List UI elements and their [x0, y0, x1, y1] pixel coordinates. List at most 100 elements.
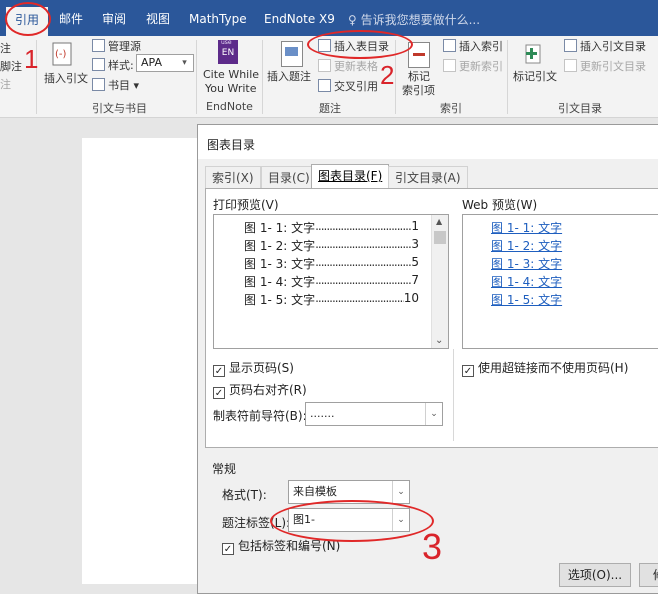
- tab-leader-select[interactable]: ....... ⌄: [305, 402, 443, 426]
- print-preview-entry: 图 1- 3: 文字..............................…: [244, 255, 419, 272]
- endnote-group-label: EndNote: [206, 100, 253, 113]
- mark-citation-button[interactable]: 标记引文: [513, 68, 557, 84]
- update-index-button: 更新索引: [443, 58, 503, 74]
- update-table-button: 更新表格: [318, 58, 378, 74]
- tell-me-text: 告诉我您想要做什么...: [360, 13, 481, 27]
- print-preview-entry: 图 1- 1: 文字..............................…: [244, 219, 419, 236]
- tab-table-of-authorities[interactable]: 引文目录(A): [388, 166, 468, 188]
- insert-index-label: 插入索引: [459, 40, 503, 53]
- annotation-circle-1: [5, 2, 51, 36]
- footnote-edge-3: 注: [0, 78, 11, 91]
- manage-sources-label: 管理源: [108, 40, 141, 53]
- dialog-titlebar[interactable]: 图表目录: [198, 125, 658, 159]
- insert-index-button[interactable]: 插入索引: [443, 38, 503, 54]
- cross-reference-icon: [318, 79, 331, 92]
- web-preview-link[interactable]: 图 1- 4: 文字: [491, 273, 562, 290]
- tab-endnote[interactable]: EndNote X9: [255, 0, 344, 36]
- cross-reference-button[interactable]: 交叉引用: [318, 78, 378, 94]
- insert-caption-button[interactable]: 插入题注: [267, 68, 311, 84]
- tab-mailings[interactable]: 邮件: [50, 0, 92, 36]
- web-preview-link[interactable]: 图 1- 3: 文字: [491, 255, 562, 272]
- cite-while-you-write-line2[interactable]: You Write: [205, 82, 257, 95]
- bibliography-icon: [92, 78, 105, 91]
- print-preview-entry: 图 1- 5: 文字..............................…: [244, 291, 419, 308]
- tab-toc[interactable]: 目录(C): [261, 166, 317, 188]
- svg-text:(-): (-): [55, 49, 67, 60]
- chevron-down-icon: ⌄: [425, 403, 442, 425]
- endnote-badge-top: use: [221, 39, 232, 46]
- captions-group-label: 题注: [319, 102, 341, 115]
- options-button[interactable]: 选项(O)...: [559, 563, 631, 587]
- mark-citation-icon: [522, 41, 546, 67]
- web-preview-link[interactable]: 图 1- 1: 文字: [491, 219, 562, 236]
- web-preview-link[interactable]: 图 1- 5: 文字: [491, 291, 562, 308]
- include-label-text: 包括标签和编号(N): [238, 539, 341, 553]
- scroll-up-icon[interactable]: ▲: [436, 217, 442, 226]
- scroll-down-icon[interactable]: ⌄: [435, 335, 443, 346]
- entry-label: 图 1- 3: 文字: [244, 257, 316, 271]
- web-preview-link[interactable]: 图 1- 2: 文字: [491, 237, 562, 254]
- entry-page: 3: [411, 237, 419, 251]
- scroll-thumb[interactable]: [434, 231, 446, 244]
- tab-table-of-figures[interactable]: 图表目录(F): [311, 164, 390, 189]
- tab-leader-label: 制表符前导符(B):: [213, 409, 307, 423]
- insert-toa-button[interactable]: 插入引文目录: [564, 38, 646, 54]
- insert-toa-label: 插入引文目录: [580, 40, 646, 53]
- checkmark-icon: ✓: [213, 387, 225, 399]
- insert-citation-button[interactable]: 插入引文: [44, 70, 88, 86]
- entry-leader: ........................................: [315, 255, 411, 269]
- lightbulb-icon: ♀: [348, 13, 361, 27]
- format-value: 来自模板: [293, 485, 337, 498]
- entry-leader: ........................................: [315, 237, 411, 251]
- tab-review[interactable]: 审阅: [93, 0, 135, 36]
- print-preview-entry: 图 1- 4: 文字..............................…: [244, 273, 419, 290]
- footnote-edge-1[interactable]: 注: [0, 40, 11, 56]
- update-index-label: 更新索引: [459, 60, 503, 73]
- print-preview-box: 图 1- 1: 文字..............................…: [213, 214, 449, 349]
- document-page[interactable]: [82, 138, 212, 584]
- cite-while-you-write-line1[interactable]: Cite While: [203, 68, 259, 81]
- update-toa-icon: [564, 59, 577, 72]
- dialog-title: 图表目录: [207, 138, 256, 152]
- entry-label: 图 1- 1: 文字: [244, 221, 316, 235]
- tab-index[interactable]: 索引(X): [205, 166, 261, 188]
- tab-mathtype[interactable]: MathType: [180, 0, 256, 36]
- bibliography-label: 书目: [108, 79, 130, 92]
- insert-index-icon: [443, 39, 456, 52]
- style-label-text: 样式:: [108, 59, 134, 72]
- format-label: 格式(T):: [222, 488, 267, 502]
- style-select[interactable]: APA ▾: [136, 54, 194, 72]
- manage-sources-button[interactable]: 管理源: [92, 38, 141, 54]
- footnote-edge-2[interactable]: 脚注: [0, 58, 22, 74]
- style-icon: [92, 58, 105, 71]
- entry-page: 7: [411, 273, 419, 287]
- bibliography-button[interactable]: 书目 ▾: [92, 77, 139, 93]
- right-align-checkbox[interactable]: ✓ 页码右对齐(R): [213, 381, 307, 399]
- update-toa-label: 更新引文目录: [580, 60, 646, 73]
- cross-reference-label: 交叉引用: [334, 80, 378, 93]
- entry-label: 图 1- 4: 文字: [244, 275, 316, 289]
- annotation-number-2: 2: [380, 60, 395, 90]
- annotation-number-1: 1: [24, 44, 39, 74]
- use-hyperlinks-checkbox[interactable]: ✓ 使用超链接而不使用页码(H): [462, 359, 628, 377]
- annotation-circle-2: [307, 30, 413, 59]
- citations-group-label: 引文与书目: [92, 102, 147, 115]
- ribbon-tab-bar: 引用 邮件 审阅 视图 MathType EndNote X9 ♀ 告诉我您想要…: [0, 0, 658, 36]
- group-separator: [507, 40, 508, 114]
- entry-leader: ........................................: [315, 273, 411, 287]
- show-page-numbers-checkbox[interactable]: ✓ 显示页码(S): [213, 359, 294, 377]
- entry-label: 图 1- 5: 文字: [244, 293, 316, 307]
- tell-me-box[interactable]: ♀ 告诉我您想要做什么...: [348, 11, 480, 28]
- chevron-down-icon: ⌄: [392, 481, 409, 503]
- manage-sources-icon: [92, 39, 105, 52]
- toa-group-label: 引文目录: [558, 102, 602, 115]
- update-toa-button: 更新引文目录: [564, 58, 646, 74]
- print-preview-scrollbar[interactable]: ▲ ⌄: [431, 215, 448, 348]
- web-preview-label: Web 预览(W): [462, 198, 538, 212]
- modify-button[interactable]: 修: [639, 563, 658, 587]
- checkmark-icon: ✓: [462, 365, 474, 377]
- insert-toa-icon: [564, 39, 577, 52]
- mark-entry-line2[interactable]: 索引项: [402, 82, 435, 98]
- tab-view[interactable]: 视图: [137, 0, 179, 36]
- use-hyperlinks-label: 使用超链接而不使用页码(H): [478, 361, 629, 375]
